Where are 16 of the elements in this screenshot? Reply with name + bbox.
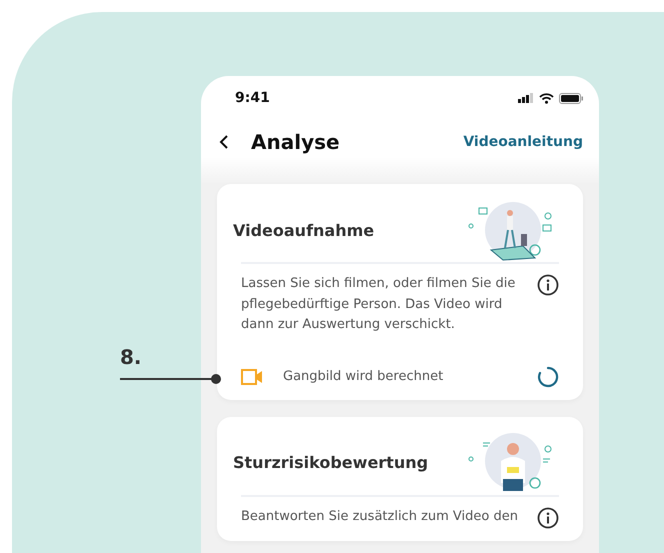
info-icon[interactable] — [537, 506, 559, 528]
page-title: Analyse — [251, 130, 341, 154]
annotation-number: 8. — [120, 345, 142, 369]
loading-spinner-icon — [537, 366, 559, 388]
card-title: Videoaufnahme — [233, 220, 374, 240]
status-text: Gangbild wird berechnet — [283, 369, 444, 384]
card-description: Beantworten Sie zusätzlich zum Video den — [241, 508, 519, 526]
signal-icon — [518, 93, 534, 103]
battery-icon — [559, 92, 583, 104]
info-icon[interactable] — [537, 274, 559, 296]
card-title: Sturzrisikobewertung — [233, 453, 428, 472]
status-time: 9:41 — [235, 90, 270, 106]
video-camera-icon — [241, 368, 263, 384]
video-guide-link[interactable]: Videoanleitung — [463, 134, 583, 150]
wifi-icon — [539, 92, 554, 104]
card-description: Lassen Sie sich filmen, oder filmen Sie die pflegebedürftige Person. Das Video wird dann zur Auswertung verschickt. — [241, 275, 516, 334]
